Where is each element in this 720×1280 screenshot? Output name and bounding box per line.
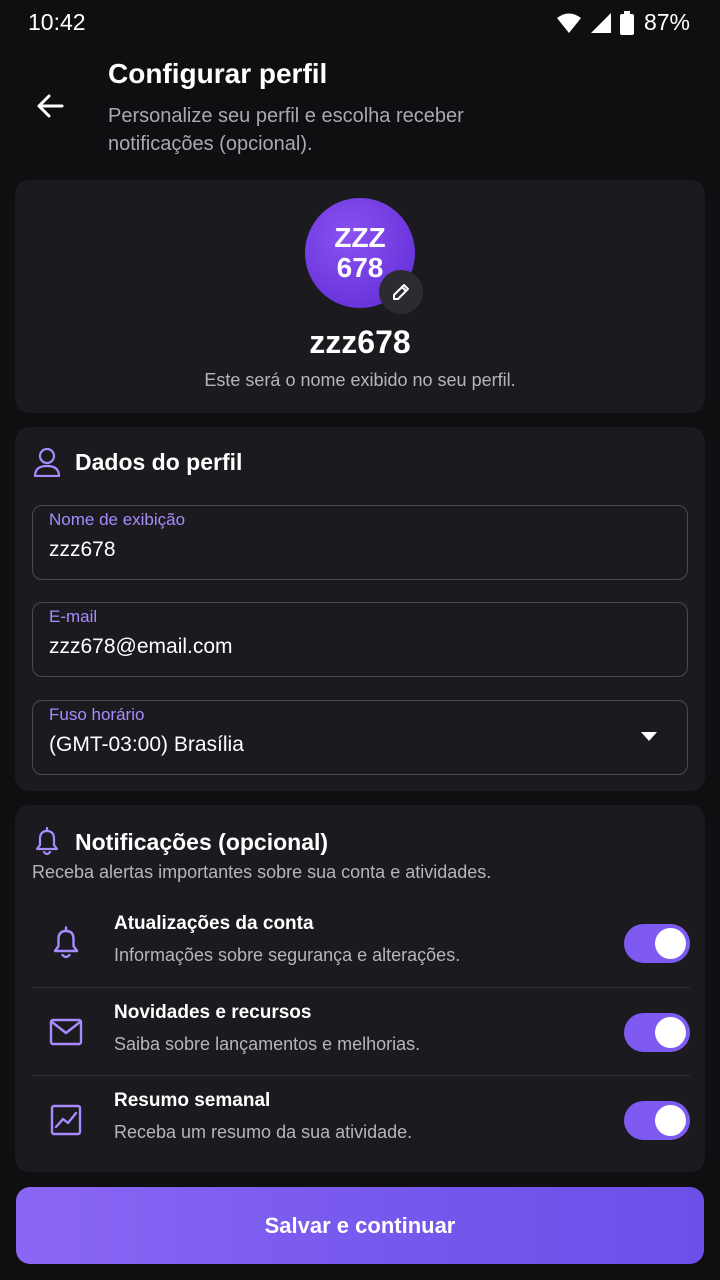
notification-row-account[interactable]: Atualizações da conta Informações sobre … bbox=[32, 899, 690, 987]
notifications-description: Receba alertas importantes sobre sua con… bbox=[32, 862, 492, 882]
toggle-knob bbox=[655, 1017, 686, 1048]
battery-icon bbox=[619, 10, 634, 35]
display-name-label: Nome de exibição bbox=[49, 510, 186, 529]
status-icons: 87% bbox=[556, 9, 690, 36]
email-label: E-mail bbox=[49, 607, 98, 626]
timezone-label: Fuso horário bbox=[49, 705, 145, 724]
email-field[interactable]: E-mail zzz678@email.com bbox=[32, 602, 688, 677]
pencil-icon bbox=[393, 284, 409, 300]
dropdown-arrow-icon[interactable] bbox=[641, 732, 657, 741]
arrow-left-icon bbox=[37, 94, 64, 118]
account-updates-toggle[interactable] bbox=[624, 924, 690, 963]
battery-level: 87% bbox=[643, 9, 690, 35]
profile-data-card: Dados do perfil Nome de exibição zzz678 … bbox=[15, 427, 705, 791]
notification-description: Informações sobre segurança e alterações… bbox=[114, 945, 461, 965]
chart-icon bbox=[48, 1102, 84, 1138]
news-features-toggle[interactable] bbox=[624, 1013, 690, 1052]
toggle-knob bbox=[655, 1105, 686, 1136]
edit-avatar-button[interactable] bbox=[379, 270, 423, 314]
display-name-field[interactable]: Nome de exibição zzz678 bbox=[32, 505, 688, 580]
mail-icon bbox=[48, 1014, 84, 1050]
display-name-value[interactable]: zzz678 bbox=[49, 538, 116, 562]
notifications-title: Notificações (opcional) bbox=[75, 828, 329, 855]
notification-row-news[interactable]: Novidades e recursos Saiba sobre lançame… bbox=[32, 987, 690, 1075]
weekly-summary-toggle[interactable] bbox=[624, 1101, 690, 1140]
notifications-card: Notificações (opcional) Receba alertas i… bbox=[15, 805, 705, 1172]
notification-description: Saiba sobre lançamentos e melhorias. bbox=[114, 1034, 421, 1054]
user-icon bbox=[33, 447, 61, 477]
notification-title: Atualizações da conta bbox=[114, 913, 314, 934]
profile-caption: Este será o nome exibido no seu perfil. bbox=[204, 370, 516, 390]
back-button[interactable] bbox=[30, 86, 70, 126]
email-value[interactable]: zzz678@email.com bbox=[49, 635, 233, 659]
notification-description: Receba um resumo da sua atividade. bbox=[114, 1122, 413, 1142]
save-continue-label: Salvar e continuar bbox=[264, 1212, 456, 1238]
signal-icon bbox=[590, 12, 611, 33]
avatar-initials: ZZZ 678 bbox=[334, 222, 386, 283]
notifications-header: Notificações (opcional) bbox=[33, 827, 328, 857]
page-subtitle: Personalize seu perfil e escolha receber… bbox=[108, 105, 464, 155]
profile-name: zzz678 bbox=[309, 324, 411, 360]
timezone-select[interactable]: Fuso horário (GMT-03:00) Brasília bbox=[32, 700, 688, 775]
notification-title: Resumo semanal bbox=[114, 1090, 271, 1111]
status-time: 10:42 bbox=[28, 9, 86, 35]
bell-icon bbox=[35, 827, 59, 856]
timezone-value[interactable]: (GMT-03:00) Brasília bbox=[49, 733, 244, 757]
profile-data-header: Dados do perfil bbox=[33, 447, 242, 477]
page-title: Configurar perfil bbox=[108, 58, 328, 89]
toggle-knob bbox=[655, 928, 686, 959]
profile-data-title: Dados do perfil bbox=[75, 448, 243, 475]
save-continue-button[interactable]: Salvar e continuar bbox=[16, 1187, 704, 1264]
notification-title: Novidades e recursos bbox=[114, 1002, 312, 1023]
notification-row-weekly[interactable]: Resumo semanal Receba um resumo da sua a… bbox=[32, 1075, 690, 1163]
profile-card: ZZZ 678 zzz678 Este será o nome exibido … bbox=[15, 180, 705, 413]
status-bar: 10:42 87% bbox=[0, 0, 720, 44]
wifi-icon bbox=[556, 13, 581, 33]
bell-icon bbox=[48, 925, 84, 961]
